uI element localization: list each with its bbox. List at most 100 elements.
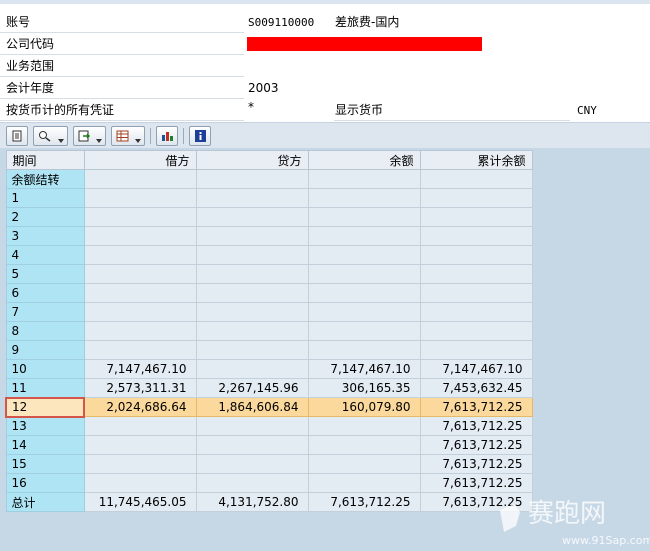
debit-cell[interactable]: 2,573,311.31 xyxy=(83,378,197,398)
balance-cell[interactable]: 160,079.80 xyxy=(307,397,421,417)
credit-cell[interactable] xyxy=(195,245,309,265)
period-cell[interactable]: 14 xyxy=(5,435,85,455)
cumulative-balance-cell[interactable] xyxy=(419,283,533,303)
balance-cell[interactable] xyxy=(307,302,421,322)
credit-cell[interactable]: 4,131,752.80 xyxy=(195,492,309,512)
debit-cell[interactable] xyxy=(83,302,197,322)
period-cell[interactable]: 12 xyxy=(5,396,85,418)
table-row[interactable]: 2 xyxy=(5,207,533,227)
credit-cell[interactable] xyxy=(195,416,309,436)
cumulative-balance-cell[interactable] xyxy=(419,264,533,284)
cumulative-balance-cell[interactable] xyxy=(419,340,533,360)
debit-cell[interactable] xyxy=(83,207,197,227)
period-cell[interactable]: 5 xyxy=(5,264,85,284)
table-row[interactable]: 15 7,613,712.25 xyxy=(5,454,533,474)
table-row[interactable]: 5 xyxy=(5,264,533,284)
period-cell[interactable]: 2 xyxy=(5,207,85,227)
debit-cell[interactable] xyxy=(83,188,197,208)
debit-cell[interactable]: 7,147,467.10 xyxy=(83,359,197,379)
credit-cell[interactable] xyxy=(195,226,309,246)
balance-cell[interactable] xyxy=(307,283,421,303)
export-button[interactable] xyxy=(73,126,106,146)
period-cell[interactable]: 16 xyxy=(5,473,85,493)
credit-cell[interactable] xyxy=(195,435,309,455)
balance-cell[interactable] xyxy=(307,264,421,284)
credit-cell[interactable] xyxy=(195,359,309,379)
balance-cell[interactable] xyxy=(307,207,421,227)
column-header-balance[interactable]: 余额 xyxy=(307,150,421,170)
cumulative-balance-cell[interactable]: 7,613,712.25 xyxy=(419,397,533,417)
debit-cell[interactable] xyxy=(83,340,197,360)
period-cell[interactable]: 11 xyxy=(5,378,85,398)
table-row[interactable]: 8 xyxy=(5,321,533,341)
period-cell[interactable]: 9 xyxy=(5,340,85,360)
balance-cell[interactable] xyxy=(307,340,421,360)
credit-cell[interactable] xyxy=(195,264,309,284)
debit-cell[interactable] xyxy=(83,169,197,189)
credit-cell[interactable]: 1,864,606.84 xyxy=(195,397,309,417)
layout-button[interactable] xyxy=(111,126,145,146)
credit-cell[interactable]: 2,267,145.96 xyxy=(195,378,309,398)
cumulative-balance-cell[interactable] xyxy=(419,207,533,227)
table-row[interactable]: 13 7,613,712.25 xyxy=(5,416,533,436)
debit-cell[interactable] xyxy=(83,473,197,493)
table-row[interactable]: 9 xyxy=(5,340,533,360)
column-header-period[interactable]: 期间 xyxy=(5,150,85,170)
balance-cell[interactable] xyxy=(307,454,421,474)
debit-cell[interactable] xyxy=(83,264,197,284)
balance-cell[interactable] xyxy=(307,226,421,246)
info-button[interactable] xyxy=(189,126,211,146)
debit-cell[interactable] xyxy=(83,454,197,474)
balance-cell[interactable] xyxy=(307,321,421,341)
table-row[interactable]: 7 xyxy=(5,302,533,322)
period-cell[interactable]: 6 xyxy=(5,283,85,303)
credit-cell[interactable] xyxy=(195,321,309,341)
balance-cell[interactable]: 306,165.35 xyxy=(307,378,421,398)
debit-cell[interactable] xyxy=(83,321,197,341)
table-row[interactable]: 16 7,613,712.25 xyxy=(5,473,533,493)
period-cell[interactable]: 1 xyxy=(5,188,85,208)
credit-cell[interactable] xyxy=(195,302,309,322)
cumulative-balance-cell[interactable]: 7,613,712.25 xyxy=(419,454,533,474)
cumulative-balance-cell[interactable]: 7,613,712.25 xyxy=(419,435,533,455)
debit-cell[interactable] xyxy=(83,283,197,303)
period-cell[interactable]: 7 xyxy=(5,302,85,322)
cumulative-balance-cell[interactable] xyxy=(419,169,533,189)
period-cell[interactable]: 3 xyxy=(5,226,85,246)
period-cell[interactable]: 15 xyxy=(5,454,85,474)
debit-cell[interactable] xyxy=(83,226,197,246)
table-row[interactable]: 14 7,613,712.25 xyxy=(5,435,533,455)
table-row[interactable]: 12 2,024,686.64 1,864,606.84 160,079.80 7,61… xyxy=(5,396,533,418)
balance-cell[interactable] xyxy=(307,245,421,265)
period-cell[interactable]: 8 xyxy=(5,321,85,341)
debit-cell[interactable]: 2,024,686.64 xyxy=(83,397,197,417)
cumulative-balance-cell[interactable] xyxy=(419,321,533,341)
column-header-cumulative-balance[interactable]: 累计余额 xyxy=(419,150,533,170)
chart-button[interactable] xyxy=(156,126,178,146)
cumulative-balance-cell[interactable] xyxy=(419,245,533,265)
credit-cell[interactable] xyxy=(195,188,309,208)
balance-cell[interactable] xyxy=(307,169,421,189)
table-row[interactable]: 6 xyxy=(5,283,533,303)
cumulative-balance-cell[interactable] xyxy=(419,226,533,246)
balance-cell[interactable] xyxy=(307,473,421,493)
print-button[interactable] xyxy=(6,126,28,146)
table-row[interactable]: 11 2,573,311.31 2,267,145.96 306,165.35 7,45… xyxy=(5,378,533,398)
debit-cell[interactable] xyxy=(83,245,197,265)
debit-cell[interactable]: 11,745,465.05 xyxy=(83,492,197,512)
credit-cell[interactable] xyxy=(195,340,309,360)
cumulative-balance-cell[interactable]: 7,147,467.10 xyxy=(419,359,533,379)
period-cell[interactable]: 总计 xyxy=(5,492,85,512)
table-row[interactable]: 10 7,147,467.10 7,147,467.10 7,147,467.10 xyxy=(5,359,533,379)
cumulative-balance-cell[interactable]: 7,453,632.45 xyxy=(419,378,533,398)
period-cell[interactable]: 10 xyxy=(5,359,85,379)
credit-cell[interactable] xyxy=(195,283,309,303)
credit-cell[interactable] xyxy=(195,207,309,227)
debit-cell[interactable] xyxy=(83,416,197,436)
balance-cell[interactable] xyxy=(307,416,421,436)
balance-cell[interactable]: 7,613,712.25 xyxy=(307,492,421,512)
table-row[interactable]: 余额结转 xyxy=(5,169,533,189)
cumulative-balance-cell[interactable] xyxy=(419,302,533,322)
cumulative-balance-cell[interactable]: 7,613,712.25 xyxy=(419,416,533,436)
cumulative-balance-cell[interactable]: 7,613,712.25 xyxy=(419,492,533,512)
